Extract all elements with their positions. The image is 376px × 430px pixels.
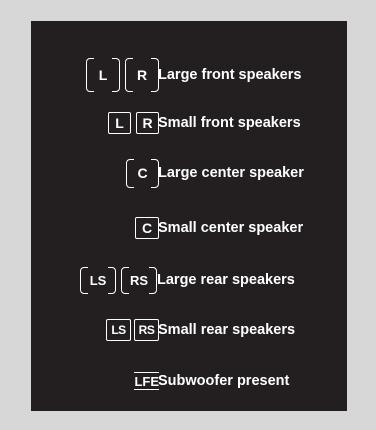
small-left-surround-speaker-icon: LS [106,319,131,341]
row-large-center-speaker: C Large center speaker [31,156,347,190]
icon-group: LS RS [106,313,159,347]
row-small-front-speakers: L R Small front speakers [31,106,347,140]
row-label: Large front speakers [158,67,302,83]
small-right-speaker-icon: R [136,112,159,134]
row-label: Subwoofer present [158,373,290,389]
small-center-speaker-icon: C [135,217,159,239]
icon-group: L R [86,57,159,93]
subwoofer-icon: LFE [134,372,159,390]
row-label: Large center speaker [158,165,304,181]
small-right-surround-speaker-icon: RS [134,319,159,341]
large-left-surround-speaker-icon: LS [80,265,116,295]
row-label: Small front speakers [158,115,301,131]
row-small-rear-speakers: LS RS Small rear speakers [31,313,347,347]
row-large-rear-speakers: LS RS Large rear speakers [31,263,347,297]
row-large-front-speakers: L R Large front speakers [31,57,347,93]
row-small-center-speaker: C Small center speaker [31,211,347,245]
icon-group: LS RS [80,263,157,297]
large-center-speaker-icon: C [126,157,159,189]
row-subwoofer-present: LFE Subwoofer present [31,364,347,398]
icon-group: C [126,156,159,190]
icon-group: LFE [134,364,159,398]
large-left-speaker-icon: L [86,57,120,93]
small-left-speaker-icon: L [108,112,131,134]
icon-group: C [135,211,159,245]
icon-group: L R [108,106,159,140]
row-label: Small center speaker [158,220,304,236]
large-right-surround-speaker-icon: RS [121,265,157,295]
row-label: Small rear speakers [158,322,296,338]
speaker-legend-panel: L R Large front speakers L R Small front… [31,21,347,411]
row-label: Large rear speakers [157,272,295,288]
large-right-speaker-icon: R [125,57,159,93]
